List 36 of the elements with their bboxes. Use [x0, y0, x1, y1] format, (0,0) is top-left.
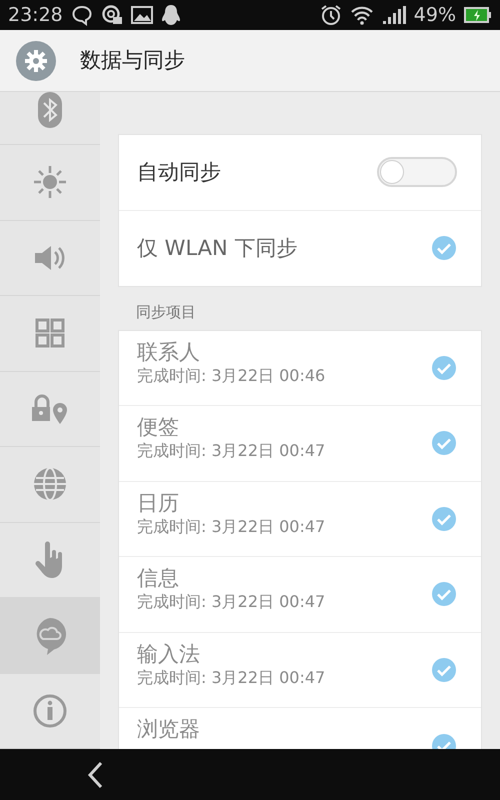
clock-text: 23:28 — [8, 2, 63, 28]
sync-time-text: 完成时间: 3月22日 00:46 — [137, 364, 326, 387]
checkmark-icon[interactable] — [431, 581, 457, 608]
alarm-clock-icon — [320, 4, 342, 26]
signal-icon — [382, 5, 406, 25]
toggle-switch[interactable] — [377, 157, 457, 188]
sync-time-text: 完成时间: 3月22日 00:47 — [137, 666, 326, 689]
sync-time-text: 完成时间: 3月22日 00:47 — [137, 516, 326, 538]
sidebar-item[interactable] — [0, 598, 100, 674]
checkmark-icon[interactable] — [431, 430, 457, 456]
sidebar-item[interactable] — [0, 92, 100, 145]
sync-item-name: 信息 — [137, 566, 180, 590]
checkmark-icon[interactable] — [431, 506, 457, 532]
image-icon — [130, 5, 153, 25]
sync-item-name: 浏览器 — [137, 717, 200, 742]
battery-icon — [464, 7, 492, 23]
page-title: 数据与同步 — [80, 46, 185, 74]
checkmark-icon[interactable] — [431, 656, 457, 683]
checkmark-icon[interactable] — [431, 235, 457, 262]
section-label: 同步项目 — [135, 302, 197, 323]
settings-icon — [16, 40, 56, 80]
sync-item-name: 输入法 — [137, 642, 201, 666]
battery-text: 49% — [414, 2, 456, 28]
penguin-icon — [160, 4, 181, 26]
sync-item-name: 联系人 — [137, 340, 201, 364]
setting-label: 仅 WLAN 下同步 — [137, 234, 298, 262]
setting-label: 自动同步 — [137, 158, 221, 186]
at-sign-icon — [100, 4, 123, 26]
back-icon[interactable] — [86, 760, 104, 788]
checkmark-icon[interactable] — [431, 354, 457, 381]
wifi-icon — [350, 5, 374, 25]
chat-bubble-icon — [70, 4, 93, 26]
sync-item-name: 日历 — [137, 490, 180, 515]
sync-item-name: 便签 — [137, 415, 180, 440]
sync-time-text: 完成时间: 3月22日 00:47 — [137, 591, 326, 614]
sync-time-text: 完成时间: 3月22日 00:47 — [137, 440, 326, 462]
